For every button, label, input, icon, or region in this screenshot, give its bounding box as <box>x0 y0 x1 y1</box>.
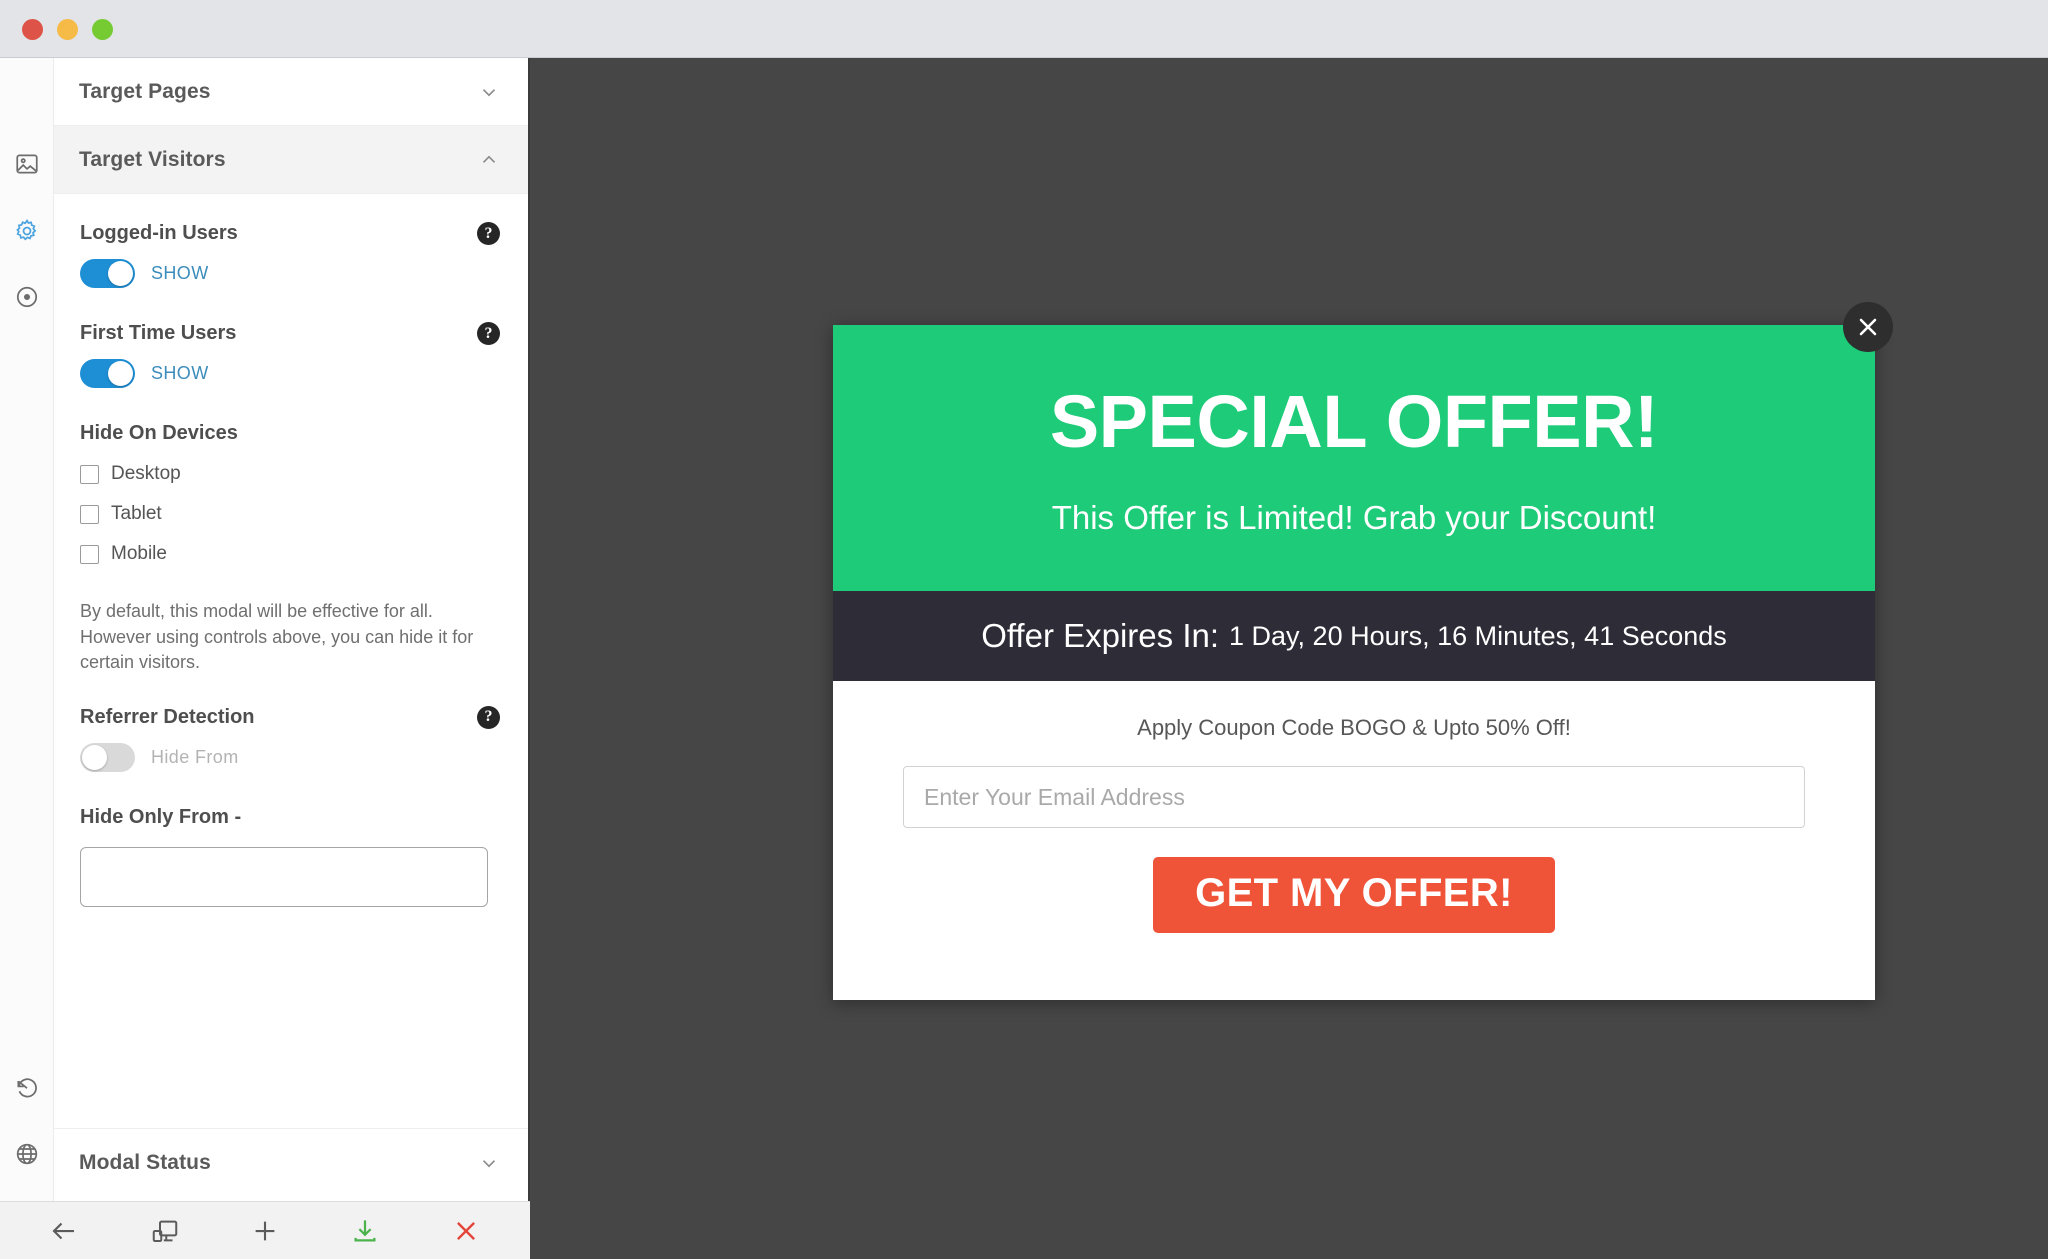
app-window: Target Pages Target Visitors Logged-in U… <box>0 0 2048 1259</box>
offer-modal: SPECIAL OFFER! This Offer is Limited! Gr… <box>833 325 1875 1000</box>
checkbox-row-desktop[interactable]: Desktop <box>80 463 500 485</box>
first-time-users-head: First Time Users ? <box>80 322 500 345</box>
section-modal-status[interactable]: Modal Status <box>54 1129 528 1197</box>
first-time-users-toggle-row: SHOW <box>80 359 500 388</box>
chevron-down-icon <box>478 1152 500 1174</box>
window-titlebar <box>0 0 2048 58</box>
globe-icon[interactable] <box>10 1137 44 1171</box>
first-time-users-toggle-label: SHOW <box>151 363 209 383</box>
referrer-detection-toggle-row: Hide From <box>80 742 500 772</box>
traffic-lights <box>22 19 113 40</box>
hide-only-from-input[interactable] <box>80 846 488 907</box>
modal-body: Apply Coupon Code BOGO & Upto 50% Off! G… <box>833 681 1875 1000</box>
toggle-knob <box>82 744 107 770</box>
field-hide-on-devices: Hide On Devices Desktop Tablet Mobile <box>80 422 500 565</box>
toggle-knob <box>108 261 133 286</box>
modal-title: SPECIAL OFFER! <box>1049 380 1659 463</box>
logged-in-users-toggle[interactable] <box>80 259 135 288</box>
checkbox-row-mobile[interactable]: Mobile <box>80 543 500 565</box>
logged-in-users-toggle-row: SHOW <box>80 259 500 288</box>
target-icon[interactable] <box>10 280 44 314</box>
first-time-users-label: First Time Users <box>80 322 237 344</box>
settings-sidebar: Target Pages Target Visitors Logged-in U… <box>54 58 530 1201</box>
window-minimize-button[interactable] <box>57 19 78 40</box>
section-target-pages-title: Target Pages <box>79 79 211 103</box>
logged-in-users-label: Logged-in Users <box>80 222 238 244</box>
bottom-toolbar <box>0 1201 530 1259</box>
modal-countdown-bar: Offer Expires In: 1 Day, 20 Hours, 16 Mi… <box>833 591 1875 681</box>
window-maximize-button[interactable] <box>92 19 113 40</box>
close-x-icon[interactable] <box>443 1210 489 1252</box>
modal-close-button[interactable] <box>1843 302 1893 352</box>
hide-only-from-label: Hide Only From - <box>80 805 242 828</box>
checkbox-desktop[interactable] <box>80 464 99 484</box>
modal-subtitle: This Offer is Limited! Grab your Discoun… <box>1051 499 1657 536</box>
help-icon-logged-in-users[interactable]: ? <box>477 222 500 245</box>
referrer-detection-toggle[interactable] <box>80 742 135 772</box>
help-icon-referrer-detection[interactable]: ? <box>477 705 500 729</box>
image-icon[interactable] <box>10 147 44 181</box>
coupon-text: Apply Coupon Code BOGO & Upto 50% Off! <box>1137 715 1571 740</box>
get-my-offer-button[interactable]: GET MY OFFER! <box>1153 857 1555 933</box>
logged-in-users-head: Logged-in Users ? <box>80 222 500 245</box>
checkbox-desktop-label: Desktop <box>111 463 181 484</box>
toggle-knob <box>108 361 133 386</box>
email-field[interactable] <box>903 766 1805 828</box>
section-modal-status-wrap: Modal Status <box>54 1128 528 1197</box>
referrer-detection-head: Referrer Detection ? <box>80 705 500 729</box>
checkbox-row-tablet[interactable]: Tablet <box>80 503 500 525</box>
help-icon-first-time-users[interactable]: ? <box>477 322 500 345</box>
first-time-users-toggle[interactable] <box>80 359 135 388</box>
hide-on-devices-label: Hide On Devices <box>80 422 238 444</box>
back-button[interactable] <box>41 1210 87 1252</box>
save-download-button[interactable] <box>342 1210 388 1252</box>
countdown-value: 1 Day, 20 Hours, 16 Minutes, 41 Seconds <box>1229 620 1727 651</box>
checkbox-tablet[interactable] <box>80 504 99 524</box>
sidebar-scroll-area[interactable]: Target Pages Target Visitors Logged-in U… <box>54 58 528 1197</box>
checkbox-tablet-label: Tablet <box>111 503 162 524</box>
referrer-detection-toggle-label: Hide From <box>151 746 239 767</box>
gear-icon[interactable] <box>10 214 44 248</box>
field-logged-in-users: Logged-in Users ? SHOW <box>80 222 500 288</box>
chevron-down-icon <box>478 81 500 103</box>
section-target-visitors[interactable]: Target Visitors <box>54 126 528 194</box>
window-close-button[interactable] <box>22 19 43 40</box>
checkbox-mobile-label: Mobile <box>111 543 167 564</box>
target-visitors-body: Logged-in Users ? SHOW First Time Users <box>54 194 528 1003</box>
section-target-pages[interactable]: Target Pages <box>54 58 528 126</box>
countdown-label: Offer Expires In: <box>981 617 1220 654</box>
logged-in-users-toggle-label: SHOW <box>151 263 209 283</box>
referrer-detection-label: Referrer Detection <box>80 705 255 728</box>
section-target-visitors-title: Target Visitors <box>79 147 226 171</box>
checkbox-mobile[interactable] <box>80 544 99 564</box>
field-referrer-detection: Referrer Detection ? Hide From <box>80 705 500 772</box>
left-icon-rail <box>0 58 54 1201</box>
chevron-up-icon <box>478 149 500 171</box>
modal-header: SPECIAL OFFER! This Offer is Limited! Gr… <box>833 325 1875 591</box>
history-icon[interactable] <box>10 1071 44 1105</box>
visitors-note: By default, this modal will be effective… <box>80 601 474 673</box>
field-hide-only-from: Hide Only From - <box>80 806 500 907</box>
responsive-preview-button[interactable] <box>142 1210 188 1252</box>
add-button[interactable] <box>242 1210 288 1252</box>
section-modal-status-title: Modal Status <box>79 1151 211 1174</box>
field-first-time-users: First Time Users ? SHOW <box>80 322 500 388</box>
